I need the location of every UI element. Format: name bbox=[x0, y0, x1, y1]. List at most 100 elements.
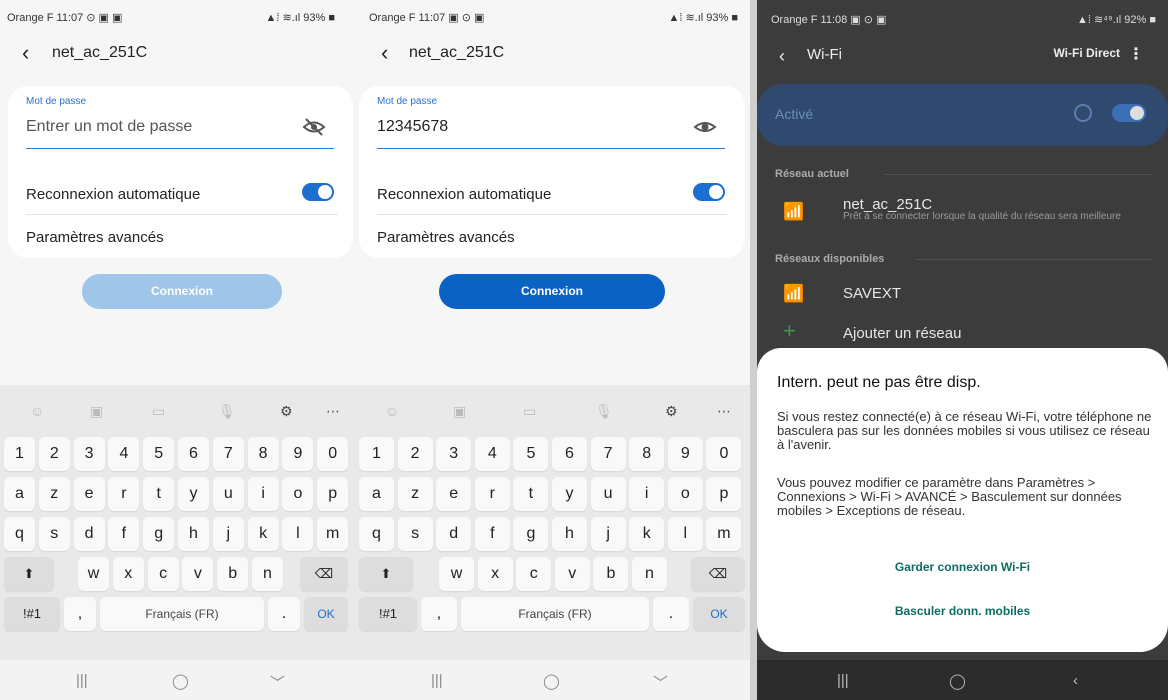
digit-key[interactable]: 6 bbox=[552, 437, 587, 471]
sticker-icon[interactable]: ▣ bbox=[90, 403, 103, 420]
letter-key[interactable]: b bbox=[593, 557, 629, 591]
letter-key[interactable]: m bbox=[706, 517, 742, 551]
digit-key[interactable]: 7 bbox=[590, 437, 626, 471]
back-arrow-icon[interactable]: ‹ bbox=[381, 40, 388, 66]
gif-icon[interactable]: ▭ bbox=[152, 403, 165, 420]
letter-key[interactable]: i bbox=[247, 477, 279, 511]
letter-key[interactable]: a bbox=[359, 477, 394, 511]
period-key[interactable]: . bbox=[653, 597, 689, 631]
recent-apps-icon[interactable]: ||| bbox=[76, 672, 88, 689]
digit-key[interactable]: 6 bbox=[178, 437, 209, 471]
advanced-settings-item[interactable]: Paramètres avancés bbox=[377, 229, 515, 246]
letter-key[interactable]: f bbox=[474, 517, 510, 551]
letter-key[interactable]: u bbox=[590, 477, 626, 511]
digit-key[interactable]: 8 bbox=[247, 437, 279, 471]
letter-key[interactable]: p bbox=[317, 477, 349, 511]
wifi-master-switch[interactable]: Activé bbox=[757, 84, 1168, 146]
auto-reconnect-toggle[interactable] bbox=[302, 183, 334, 201]
letter-key[interactable]: y bbox=[178, 477, 209, 511]
keep-wifi-button[interactable]: Garder connexion Wi-Fi bbox=[757, 560, 1168, 574]
back-nav-icon[interactable]: ‹ bbox=[1073, 672, 1078, 689]
digit-key[interactable]: 3 bbox=[436, 437, 472, 471]
home-icon[interactable]: ◯ bbox=[172, 672, 189, 690]
letter-key[interactable]: y bbox=[552, 477, 587, 511]
letter-key[interactable]: w bbox=[439, 557, 474, 591]
emoji-icon[interactable]: ☺ bbox=[385, 403, 399, 419]
letter-key[interactable]: s bbox=[38, 517, 70, 551]
digit-key[interactable]: 5 bbox=[143, 437, 175, 471]
ok-key[interactable]: OK bbox=[304, 597, 348, 631]
period-key[interactable]: . bbox=[268, 597, 300, 631]
letter-key[interactable]: n bbox=[632, 557, 667, 591]
letter-key[interactable]: o bbox=[282, 477, 314, 511]
letter-key[interactable]: f bbox=[108, 517, 140, 551]
letter-key[interactable]: v bbox=[182, 557, 214, 591]
recent-apps-icon[interactable]: ||| bbox=[837, 672, 849, 689]
auto-reconnect-toggle[interactable] bbox=[693, 183, 725, 201]
recent-apps-icon[interactable]: ||| bbox=[431, 672, 443, 689]
letter-key[interactable]: h bbox=[552, 517, 587, 551]
symbols-key[interactable]: !#1 bbox=[359, 597, 417, 631]
microphone-icon[interactable]: 🎙 bbox=[218, 403, 236, 420]
space-key[interactable]: Français (FR) bbox=[461, 597, 649, 631]
gif-icon[interactable]: ▭ bbox=[523, 403, 536, 420]
network-item-savext[interactable]: SAVEXT bbox=[843, 285, 901, 302]
more-options-icon[interactable]: ⋮ bbox=[1128, 44, 1144, 64]
digit-key[interactable]: 0 bbox=[706, 437, 742, 471]
more-icon[interactable]: ⋯ bbox=[717, 403, 731, 420]
emoji-icon[interactable]: ☺ bbox=[30, 403, 44, 419]
back-nav-icon[interactable]: ﹀ bbox=[653, 672, 668, 693]
symbols-key[interactable]: !#1 bbox=[4, 597, 60, 631]
digit-key[interactable]: 9 bbox=[282, 437, 314, 471]
gear-icon[interactable]: ⚙ bbox=[665, 403, 678, 420]
letter-key[interactable]: u bbox=[212, 477, 244, 511]
letter-key[interactable]: l bbox=[282, 517, 314, 551]
back-arrow-icon[interactable]: ‹ bbox=[779, 46, 785, 67]
switch-mobile-data-button[interactable]: Basculer donn. mobiles bbox=[757, 604, 1168, 618]
letter-key[interactable]: a bbox=[4, 477, 35, 511]
letter-key[interactable]: q bbox=[359, 517, 394, 551]
space-key[interactable]: Français (FR) bbox=[100, 597, 264, 631]
comma-key[interactable]: , bbox=[64, 597, 96, 631]
eye-icon[interactable] bbox=[693, 116, 717, 138]
digit-key[interactable]: 3 bbox=[73, 437, 105, 471]
letter-key[interactable]: r bbox=[474, 477, 510, 511]
ok-key[interactable]: OK bbox=[693, 597, 745, 631]
password-input[interactable]: Entrer un mot de passe bbox=[26, 118, 192, 136]
letter-key[interactable]: t bbox=[513, 477, 549, 511]
letter-key[interactable]: b bbox=[217, 557, 249, 591]
letter-key[interactable]: k bbox=[247, 517, 279, 551]
digit-key[interactable]: 7 bbox=[212, 437, 244, 471]
letter-key[interactable]: j bbox=[590, 517, 626, 551]
letter-key[interactable]: q bbox=[4, 517, 35, 551]
wifi-direct-button[interactable]: Wi-Fi Direct bbox=[1053, 46, 1120, 60]
letter-key[interactable]: d bbox=[436, 517, 472, 551]
wifi-toggle[interactable] bbox=[1112, 104, 1146, 122]
letter-key[interactable]: v bbox=[554, 557, 590, 591]
letter-key[interactable]: n bbox=[252, 557, 283, 591]
password-input[interactable]: 12345678 bbox=[377, 118, 448, 136]
letter-key[interactable]: c bbox=[147, 557, 179, 591]
letter-key[interactable]: z bbox=[397, 477, 433, 511]
shift-key[interactable]: ⬆ bbox=[359, 557, 413, 591]
back-nav-icon[interactable]: ﹀ bbox=[270, 672, 285, 693]
comma-key[interactable]: , bbox=[421, 597, 457, 631]
letter-key[interactable]: w bbox=[78, 557, 109, 591]
digit-key[interactable]: 1 bbox=[359, 437, 394, 471]
letter-key[interactable]: j bbox=[212, 517, 244, 551]
connect-button[interactable]: Connexion bbox=[82, 274, 282, 309]
letter-key[interactable]: s bbox=[397, 517, 433, 551]
sticker-icon[interactable]: ▣ bbox=[453, 403, 466, 420]
digit-key[interactable]: 0 bbox=[317, 437, 349, 471]
letter-key[interactable]: l bbox=[667, 517, 703, 551]
digit-key[interactable]: 2 bbox=[38, 437, 70, 471]
advanced-settings-item[interactable]: Paramètres avancés bbox=[26, 229, 164, 246]
letter-key[interactable]: t bbox=[143, 477, 175, 511]
letter-key[interactable]: p bbox=[706, 477, 742, 511]
digit-key[interactable]: 8 bbox=[629, 437, 665, 471]
shift-key[interactable]: ⬆ bbox=[4, 557, 54, 591]
letter-key[interactable]: o bbox=[667, 477, 703, 511]
add-network-item[interactable]: Ajouter un réseau bbox=[843, 325, 961, 342]
digit-key[interactable]: 4 bbox=[474, 437, 510, 471]
more-icon[interactable]: ⋯ bbox=[326, 403, 340, 420]
